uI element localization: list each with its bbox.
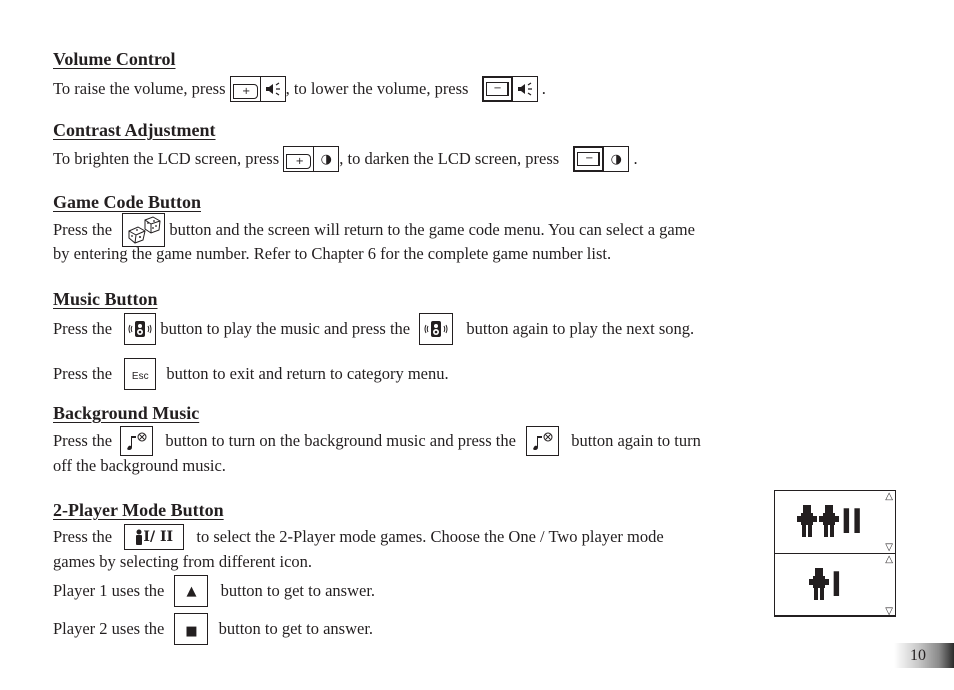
text: To brighten the LCD screen, press: [53, 149, 284, 168]
player-figure-icon: [797, 505, 817, 537]
esc-instructions: Press the Esc button to exit and return …: [53, 358, 449, 390]
contrast-icon: ◑: [603, 146, 630, 172]
text: button to play the music and press the: [156, 319, 415, 338]
up-arrow-icon: △: [885, 491, 893, 502]
text: Press the: [53, 319, 117, 338]
text: .: [537, 79, 546, 98]
volume-up-button: +: [229, 76, 286, 102]
screen-bottom-border: [774, 615, 896, 617]
game-code-instructions: Press the button and the screen will ret…: [53, 213, 695, 247]
text: button to get to answer.: [216, 581, 376, 600]
speaker-music-icon: [424, 321, 448, 337]
heading-background-music: Background Music: [53, 403, 200, 423]
player-figure-icon: [809, 568, 829, 600]
heading-contrast-adjustment: Contrast Adjustment: [53, 120, 216, 140]
background-music-button: [526, 426, 560, 456]
page-number: 10: [894, 643, 954, 668]
music-instructions: Press the button to play the music and p…: [53, 313, 694, 345]
roman-two-label: II: [841, 502, 863, 542]
text: button again to turn: [567, 431, 701, 450]
background-music-button: [120, 426, 154, 456]
text: button to turn on the background music a…: [161, 431, 521, 450]
heading-2-player-mode-button: 2-Player Mode Button: [53, 500, 224, 520]
music-button: [419, 313, 454, 345]
one-player-figure: I: [809, 565, 844, 605]
lcd-plus-icon: +: [283, 146, 314, 172]
game-code-button: [122, 213, 166, 247]
two-player-line2: games by selecting from different icon.: [53, 552, 313, 571]
game-code-line2: by entering the game number. Refer to Ch…: [53, 244, 612, 263]
bg-music-line2: off the background music.: [53, 456, 226, 475]
lcd-minus-icon: −: [481, 76, 512, 102]
two-player-figures: II: [797, 502, 866, 542]
text: button to get to answer.: [214, 619, 374, 638]
volume-down-button: −: [481, 76, 538, 102]
lcd-screen-two-player: △ II ▽: [774, 490, 896, 554]
lcd-screen-one-player: △ I ▽: [774, 553, 896, 617]
heading-volume-control: Volume Control: [53, 49, 176, 69]
text: button again to play the next song.: [462, 319, 695, 338]
darken-button: − ◑: [573, 146, 630, 172]
text: Player 1 uses the: [53, 581, 169, 600]
heading-music-button: Music Button: [53, 289, 158, 309]
text: To raise the volume, press: [53, 79, 230, 98]
player1-instructions: Player 1 uses the ▲ button to get to ans…: [53, 575, 375, 607]
music-button: [124, 313, 157, 345]
player1-triangle-button: ▲: [174, 575, 209, 607]
player2-square-button: ■: [174, 613, 209, 645]
two-player-instructions: Press the I/ II to select the 2-Player m…: [53, 524, 664, 550]
heading-game-code-button: Game Code Button: [53, 192, 201, 212]
player-figure-icon: [819, 505, 839, 537]
text: Player 2 uses the: [53, 619, 169, 638]
roman-one-label: I: [831, 565, 842, 605]
text: , to lower the volume, press: [285, 79, 473, 98]
text: button and the screen will return to the…: [165, 220, 695, 239]
text: .: [629, 149, 638, 168]
speaker-icon: [511, 76, 538, 102]
speaker-icon: [259, 76, 286, 102]
speaker-music-icon: [128, 321, 152, 337]
text: , to darken the LCD screen, press: [339, 149, 564, 168]
volume-instructions: To raise the volume, press + , to lower …: [53, 75, 546, 103]
text: Press the: [53, 431, 117, 450]
esc-button: Esc: [124, 358, 157, 390]
down-arrow-icon: ▽: [885, 542, 893, 553]
up-arrow-icon: △: [885, 554, 893, 565]
brighten-button: + ◑: [283, 146, 340, 172]
text: Press the: [53, 527, 117, 546]
text: Press the: [53, 220, 117, 239]
music-note-icon: [126, 432, 147, 450]
text: button to exit and return to category me…: [162, 364, 449, 383]
text: Press the: [53, 364, 117, 383]
player2-instructions: Player 2 uses the ■ button to get to ans…: [53, 613, 373, 645]
contrast-icon: ◑: [313, 146, 340, 172]
player-icon: [136, 529, 143, 545]
contrast-instructions: To brighten the LCD screen, press + ◑ , …: [53, 145, 638, 173]
text: to select the 2-Player mode games. Choos…: [192, 527, 664, 546]
music-note-icon: [532, 432, 553, 450]
lcd-plus-icon: +: [229, 76, 260, 102]
bg-music-instructions: Press the button to turn on the backgrou…: [53, 426, 701, 456]
dice-icon: [128, 216, 161, 244]
lcd-minus-icon: −: [573, 146, 604, 172]
player-mode-button: I/ II: [124, 524, 185, 550]
